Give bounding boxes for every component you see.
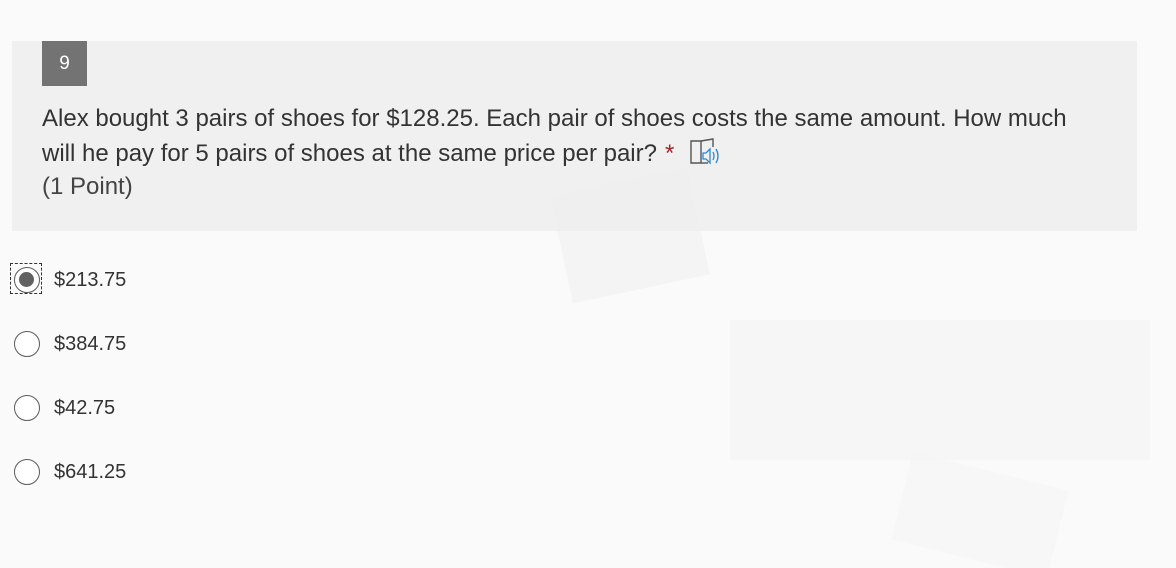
question-card: 9 Alex bought 3 pairs of shoes for $128.… xyxy=(12,41,1137,231)
background-decoration xyxy=(730,320,1150,460)
option-label: $213.75 xyxy=(54,268,127,291)
option-2[interactable]: $384.75 xyxy=(12,326,126,362)
option-1[interactable]: $213.75 xyxy=(10,262,127,298)
option-label: $641.25 xyxy=(54,460,127,483)
option-label: $42.75 xyxy=(54,396,116,419)
radio-button-selected[interactable] xyxy=(14,267,40,293)
background-decoration xyxy=(891,451,1069,568)
question-title: Alex bought 3 pairs of shoes for $128.25… xyxy=(42,105,1067,167)
option-3[interactable]: $42.75 xyxy=(12,390,126,426)
radio-button[interactable] xyxy=(14,331,40,357)
radio-button[interactable] xyxy=(14,395,40,421)
question-points: (1 Point) xyxy=(42,173,133,200)
form-page: 9 Alex bought 3 pairs of shoes for $128.… xyxy=(0,0,1176,568)
answer-options: $213.75 $384.75 $42.75 $641.25 xyxy=(10,262,127,518)
option-label: $384.75 xyxy=(54,332,127,355)
required-marker: * xyxy=(664,140,675,167)
option-4[interactable]: $641.25 xyxy=(12,454,126,490)
question-number-badge: 9 xyxy=(42,41,87,86)
question-text-block: Alex bought 3 pairs of shoes for $128.25… xyxy=(42,101,1082,171)
immersive-reader-icon[interactable] xyxy=(688,137,722,167)
radio-button[interactable] xyxy=(14,459,40,485)
